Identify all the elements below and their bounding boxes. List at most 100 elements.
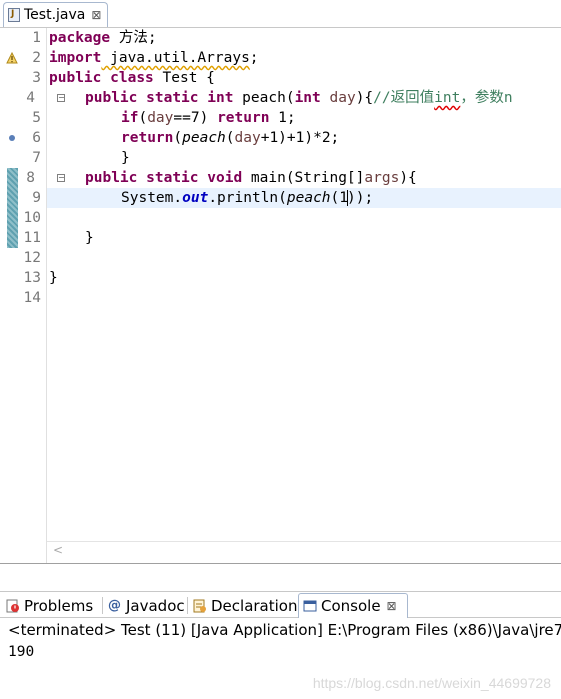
tab-console[interactable]: Console ⊠ [298,593,408,618]
keyword: public [49,70,102,86]
code-text: ( [225,130,235,146]
line-number: 7 [32,150,41,166]
line-number: 9 [32,190,41,206]
code-text: peach( [233,90,295,106]
line-number: 13 [23,270,41,286]
tab-javadoc[interactable]: @ Javadoc [104,593,185,618]
keyword: return [121,130,174,146]
keyword: if [121,110,139,126]
code-text: main(String[] [242,170,365,186]
keyword: package [49,30,111,46]
variable: day [234,130,261,146]
tab-label: Console [321,597,381,615]
line-number: 4 [26,90,35,106]
code-line: } [47,268,561,288]
code-line: import java.util.Arrays; [47,48,561,68]
console-icon [303,600,317,612]
code-text: ( [138,110,148,126]
keyword: import [49,50,102,66]
keyword: public [85,170,138,186]
comment: //返回值 [373,90,435,106]
keyword: static [146,90,199,106]
tab-declaration[interactable]: Declaration [189,593,297,618]
editor-divider [0,563,561,564]
editor-tab-bar: Test.java ⊠ [0,0,561,28]
keyword: int [207,90,234,106]
close-icon[interactable]: ⊠ [91,8,101,22]
code-text: ){ [399,170,417,186]
editor-tab-test-java[interactable]: Test.java ⊠ [3,2,109,27]
code-text: System. [121,190,183,206]
code-line: } [47,148,561,168]
code-text: .println( [208,190,287,206]
code-line: } [47,228,561,248]
line-number-ruler: 1 2 3 4 5 6 7 8 9 10 11 12 13 14 − − [19,28,65,563]
horizontal-scrollbar[interactable]: < [47,541,561,559]
comment-spelling: int [434,90,461,106]
line-number: 14 [23,290,41,306]
watermark-text: https://blog.csdn.net/weixin_44699728 [312,675,551,691]
line-number: 1 [32,30,41,46]
line-number: 11 [23,230,41,246]
quick-diff-change-bar [7,168,18,248]
code-line: public static void main(String[]args){ [47,168,561,188]
keyword: return [217,110,270,126]
marker-ruler [0,28,19,563]
code-line: public static int peach(int day){//返回值in… [47,88,561,108]
code-line: return(peach(day+1)+1)*2; [47,128,561,148]
variable: day [147,110,174,126]
variable: day [329,90,356,106]
line-number: 2 [32,50,41,66]
declaration-icon [193,599,206,612]
editor-tab-title: Test.java [24,7,86,23]
warning-icon[interactable] [6,52,18,64]
tab-label: Declaration [211,596,298,615]
console-output[interactable]: 190 [0,641,561,663]
override-marker-icon[interactable] [9,135,15,141]
problems-icon [6,599,19,612]
comment: ，参数n [460,90,513,106]
method-call: peach [182,130,226,146]
code-line: if(day==7) return 1; [47,108,561,128]
code-text-area[interactable]: package 方法; import java.util.Arrays; pub… [47,28,561,563]
line-number: 12 [23,250,41,266]
keyword: int [294,90,321,106]
code-editor[interactable]: 1 2 3 4 5 6 7 8 9 10 11 12 13 14 − − pac… [0,28,561,563]
tab-label: Javadoc [126,596,185,615]
code-text: ( [173,130,183,146]
code-text: 方法; [110,30,157,46]
code-text: ){ [355,90,374,106]
code-text: } [85,230,94,246]
code-text: (1 [330,190,349,206]
variable: args [364,170,400,186]
code-line: public class Test { [47,68,561,88]
views-tab-bar: Problems @ Javadoc Declaration Console ⊠ [0,591,561,618]
code-text: )); [347,190,374,206]
code-text: Test { [153,70,215,86]
tab-divider [187,597,188,614]
code-text: 1; [269,110,296,126]
java-file-icon [8,8,20,22]
close-icon[interactable]: ⊠ [387,599,397,613]
line-number: 8 [26,170,35,186]
keyword: public [85,90,138,106]
tab-problems[interactable]: Problems [2,593,93,618]
tab-label: Problems [24,596,94,615]
scroll-left-icon[interactable]: < [53,542,63,559]
console-process-header: <terminated> Test (11) [Java Application… [8,621,561,639]
tab-divider [102,597,103,614]
line-number: 5 [32,110,41,126]
keyword: class [110,70,154,86]
at-icon: @ [108,597,121,613]
code-text: +1)+1)*2; [260,130,340,146]
line-number: 6 [32,130,41,146]
code-text: } [121,150,130,166]
code-text: ==7) [173,110,218,126]
keyword: static [146,170,199,186]
code-text-warning: java.util.Arrays [101,50,250,66]
code-text: } [49,270,58,286]
code-text: ; [249,50,259,66]
field: out [182,190,209,206]
code-line-current: System.out.println(peach(1)); [47,188,561,208]
line-number: 10 [23,210,41,226]
